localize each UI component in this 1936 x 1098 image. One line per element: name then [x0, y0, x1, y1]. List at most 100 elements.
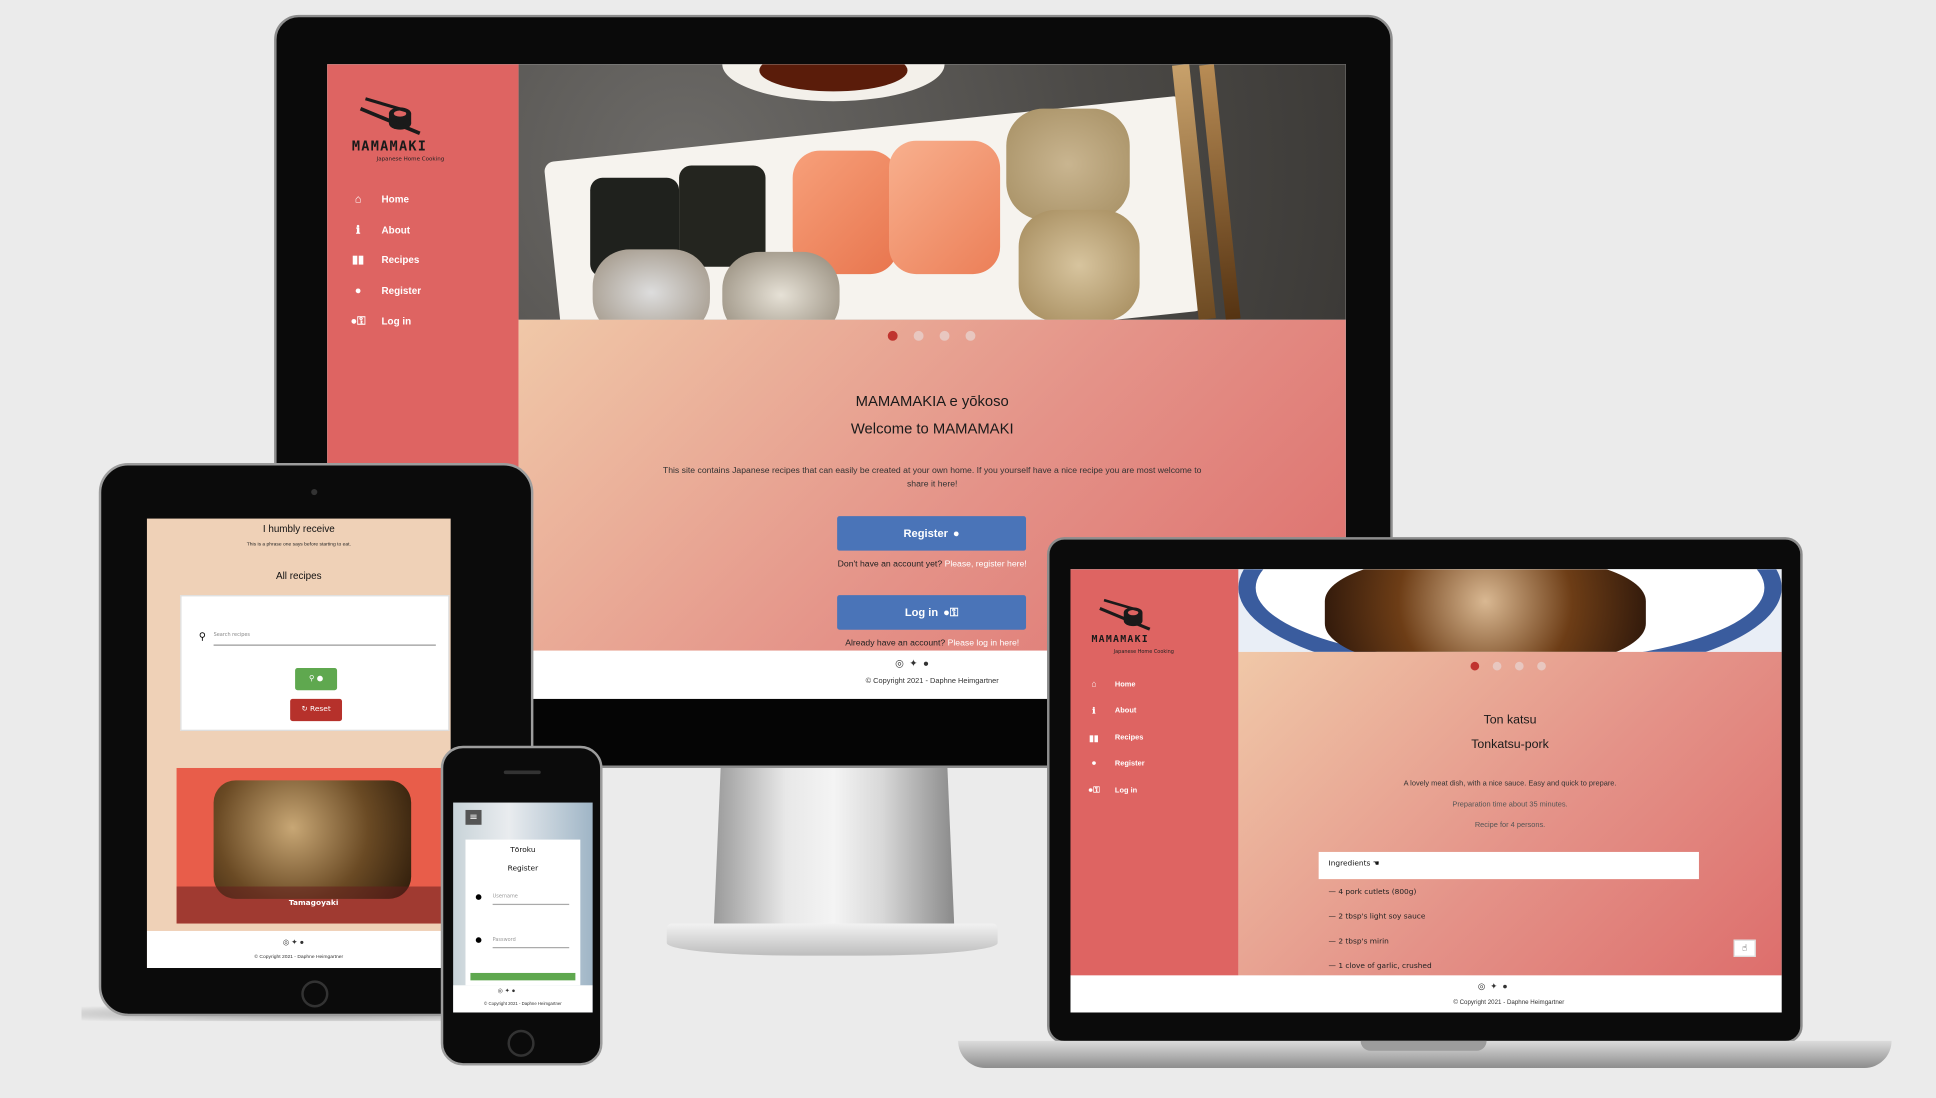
scroll-top-button[interactable]: ☝ [1733, 939, 1756, 957]
twitter-icon[interactable]: ✦ [505, 988, 510, 995]
instagram-icon[interactable]: ◎ [895, 658, 904, 669]
search-input[interactable]: Search recipes [213, 631, 436, 646]
register-button[interactable]: Register ● [837, 516, 1027, 551]
password-input[interactable]: Password [492, 936, 570, 949]
home-icon: ⌂ [1091, 680, 1097, 689]
facebook-icon[interactable]: ● [300, 940, 304, 947]
user-lock-icon: ●⚿ [350, 314, 366, 328]
tablet-subheading: This is a phrase one says before startin… [246, 540, 351, 547]
laptop-sidebar: MAMAMAKI Japanese Home Cooking ⌂ Home ℹ Ab… [1070, 569, 1239, 976]
intro-text: This site contains Japanese recipes that… [662, 466, 1202, 489]
social-icons: ◎ ✦ ● [498, 988, 516, 995]
ingredient-item-3: — 2 tbsp's mirin [1328, 937, 1389, 946]
phone-home-button[interactable] [507, 1029, 535, 1057]
ingredient-item-4: — 1 clove of garlic, crushed [1328, 961, 1432, 971]
tablet-home-button[interactable] [301, 980, 329, 1008]
laptop-notch [1360, 1040, 1487, 1051]
sushi-logo-icon [1099, 598, 1151, 631]
hand-pointer-icon: ☚ [1372, 859, 1380, 868]
carousel-dot-3[interactable] [1514, 661, 1524, 671]
soy-dish [722, 64, 945, 102]
copyright: © Copyright 2021 - Daphne Heimgartner [484, 1001, 562, 1007]
instagram-icon[interactable]: ◎ [1478, 983, 1486, 992]
tablet-footer: ◎ ✦ ● © Copyright 2021 - Daphne Heimgart… [146, 930, 451, 969]
twitter-icon[interactable]: ✦ [1490, 983, 1497, 992]
hand-pointer-icon: ☝ [1741, 943, 1748, 954]
tablet-camera [311, 488, 318, 496]
nav-recipes[interactable]: ▮▮ Recipes [1085, 733, 1143, 744]
search-icon: ⚲ [198, 630, 207, 643]
salmon-nigiri-2 [888, 140, 1001, 275]
phone-menu-button[interactable]: ≡ [465, 809, 482, 825]
recipe-heading-jp: Ton katsu [1483, 713, 1537, 728]
user-icon: ● [354, 283, 362, 297]
carousel-dot-2[interactable] [1492, 661, 1502, 671]
register-link[interactable]: Please, register here! [945, 561, 1027, 570]
search-icon: ⚲ ● [308, 674, 324, 683]
user-icon: ● [475, 892, 482, 902]
recipe-card-tamagoyaki[interactable]: Tamagoyaki [176, 767, 451, 924]
phone-screen: ≡ Tōroku Register ● Username ● Password … [453, 802, 593, 1013]
nav-about[interactable]: ℹ About [347, 223, 410, 237]
nav-register[interactable]: ● Register [1085, 759, 1144, 768]
instagram-icon[interactable]: ◎ [498, 988, 503, 995]
social-icons: ◎ ✦ ● [283, 938, 304, 947]
carousel-dot-4[interactable] [965, 330, 976, 341]
instagram-icon[interactable]: ◎ [283, 940, 289, 947]
login-button[interactable]: Log in ●⚿ [837, 595, 1027, 630]
copyright: © Copyright 2021 - Daphne Heimgartner [1453, 998, 1565, 1007]
twitter-icon[interactable]: ✦ [291, 940, 297, 947]
book-icon: ▮▮ [1089, 734, 1099, 744]
ingredient-item-1: — 4 pork cutlets (800g) [1328, 887, 1417, 897]
home-icon: ⌂ [354, 192, 362, 205]
welcome-heading-en: Welcome to MAMAMAKI [850, 419, 1014, 438]
sesame-roll-3 [592, 249, 710, 320]
phone-speaker [503, 770, 541, 775]
nav-login[interactable]: ●⚿ Log in [1085, 787, 1137, 797]
info-icon: ℹ [355, 223, 361, 236]
facebook-icon[interactable]: ● [1502, 983, 1507, 992]
copyright: © Copyright 2021 - Daphne Heimgartner [254, 953, 344, 960]
nav-register[interactable]: ● Register [347, 284, 421, 296]
carousel-dot-2[interactable] [913, 330, 924, 341]
tonkatsu-food [1324, 569, 1646, 652]
carousel-dot-1[interactable] [887, 330, 898, 341]
carousel-dot-3[interactable] [939, 330, 950, 341]
nav-home[interactable]: ⌂ Home [1085, 680, 1135, 689]
user-icon: ● [952, 527, 960, 540]
welcome-heading-jp: MAMAMAKIA e yōkoso [855, 392, 1009, 410]
ingredients-header[interactable]: Ingredients ☚ [1318, 851, 1699, 880]
username-input[interactable]: Username [492, 893, 570, 906]
hero-image-tonkatsu [1238, 569, 1782, 652]
search-card: ⚲ Search recipes ⚲ ● ↻ Reset [180, 595, 450, 731]
sesame-roll-2 [1018, 209, 1140, 320]
twitter-icon[interactable]: ✦ [909, 658, 917, 669]
login-link[interactable]: Please log in here! [948, 640, 1020, 649]
nav-login[interactable]: ●⚿ Log in [347, 315, 411, 329]
sushi-logo-icon [359, 97, 421, 136]
carousel-dot-1[interactable] [1470, 661, 1480, 671]
nav-recipes[interactable]: ▮▮ Recipes [347, 253, 419, 267]
brand-name: MAMAMAKI [1091, 633, 1149, 645]
nav-home[interactable]: ⌂ Home [347, 193, 409, 205]
recipe-prep-time: Preparation time about 35 minutes. [1452, 801, 1568, 809]
tablet-heading: I humbly receive [262, 523, 335, 535]
user-icon: ● [1091, 759, 1097, 768]
phone-register-button[interactable] [470, 972, 576, 981]
recipe-servings: Recipe for 4 persons. [1474, 822, 1546, 830]
facebook-icon[interactable]: ● [923, 658, 929, 669]
recipe-heading-en: Tonkatsu-pork [1471, 738, 1549, 752]
recipe-description: A lovely meat dish, with a nice sauce. E… [1403, 780, 1617, 788]
social-icons: ◎ ✦ ● [1478, 982, 1508, 992]
reset-button[interactable]: ↻ Reset [290, 698, 343, 722]
carousel-dot-4[interactable] [1537, 661, 1546, 671]
sesame-roll-1 [1006, 108, 1130, 220]
facebook-icon[interactable]: ● [512, 988, 516, 995]
mockup-stage: MAMAMAKI Japanese Home Cooking ⌂ Home ℹ Ab… [0, 0, 1936, 1098]
book-icon: ▮▮ [351, 253, 365, 266]
nav-about[interactable]: ℹ About [1085, 706, 1136, 716]
phone-register-card: Tōroku Register ● Username ● Password [465, 839, 581, 986]
all-recipes-heading: All recipes [276, 570, 322, 582]
copyright: © Copyright 2021 - Daphne Heimgartner [865, 677, 999, 686]
search-button[interactable]: ⚲ ● [295, 667, 338, 691]
